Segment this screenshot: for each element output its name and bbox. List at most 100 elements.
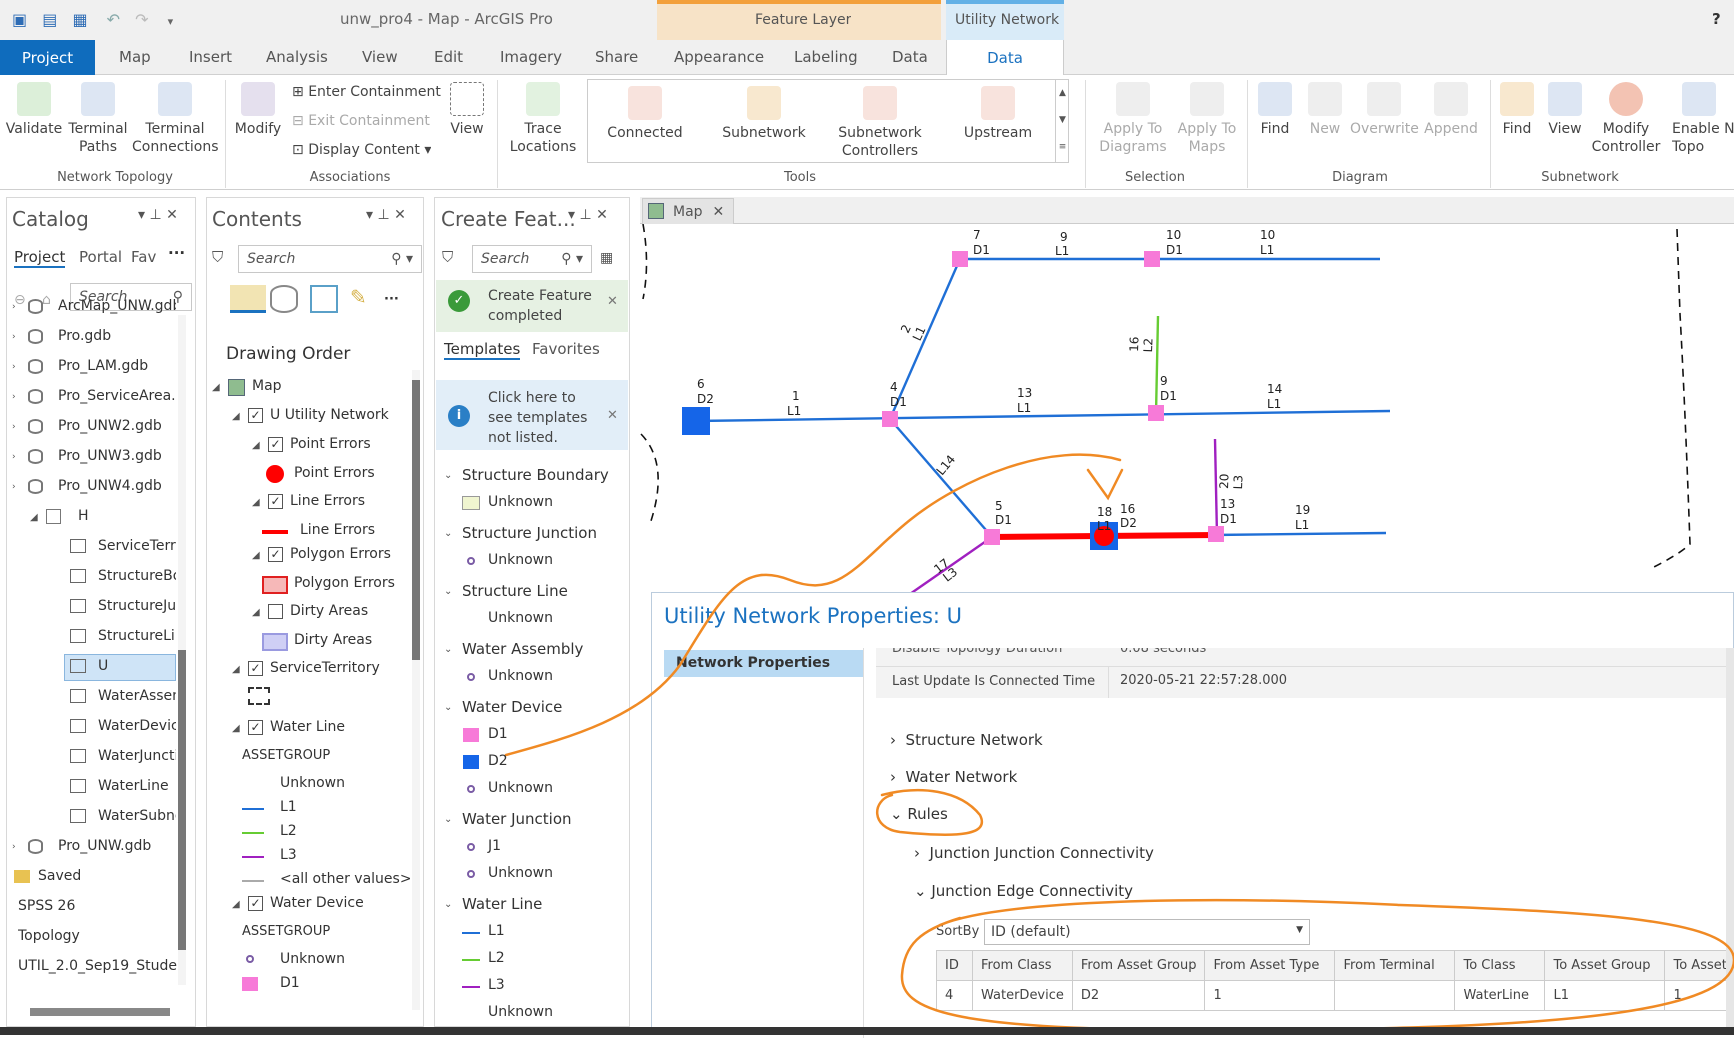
template-item[interactable]: L3 [488,977,505,993]
layer-point-errors[interactable]: Point Errors [290,436,371,452]
catalog-item[interactable]: Pro_ServiceArea.g [58,388,176,404]
template-group-header[interactable]: Water Assembly [462,640,583,658]
feature-class-icon [70,659,86,673]
template-group-header[interactable]: Water Line [462,895,542,913]
expand-icon[interactable]: › [12,362,16,372]
catalog-item[interactable]: ServiceTerri [98,538,176,554]
visibility-checkbox[interactable] [268,604,283,619]
collapse-icon[interactable]: ◢ [232,723,240,734]
chevron-down-icon[interactable]: ⌄ [444,586,452,597]
chevron-down-icon[interactable]: ⌄ [444,702,452,713]
template-item[interactable]: Unknown [488,1004,553,1020]
template-item[interactable]: Unknown [488,494,553,510]
template-item[interactable]: J1 [488,838,501,854]
expand-icon[interactable]: › [12,452,16,462]
catalog-item[interactable]: WaterJuncti [98,748,176,764]
catalog-item[interactable]: WaterSubne [98,808,176,824]
collapse-icon[interactable]: ◢ [212,382,220,393]
catalog-item[interactable]: WaterAssen [98,688,176,704]
visibility-checkbox[interactable]: ✓ [248,408,263,423]
expand-icon[interactable]: ◢ [30,512,38,523]
collapse-icon[interactable]: ◢ [252,497,260,508]
visibility-checkbox[interactable]: ✓ [268,547,283,562]
map-layer[interactable]: Map [252,378,282,394]
visibility-checkbox[interactable]: ✓ [248,896,263,911]
layer-water-line[interactable]: Water Line [270,719,345,735]
catalog-item[interactable]: Saved [38,868,81,884]
catalog-item[interactable]: Topology [18,928,178,944]
chevron-down-icon[interactable]: ⌄ [444,528,452,539]
catalog-item[interactable]: H [78,508,89,524]
template-item[interactable]: Unknown [488,865,553,881]
feature-class-icon [70,749,86,763]
template-item[interactable]: Unknown [488,780,553,796]
expand-icon[interactable]: › [12,482,16,492]
symbol-dirty-areas: Dirty Areas [294,632,373,648]
assetgroup-heading: ASSETGROUP [242,748,331,763]
catalog-item[interactable]: StructureJur [98,598,176,614]
catalog-item[interactable]: Pro.gdb [58,328,176,344]
template-item[interactable]: D2 [488,753,508,769]
line-symbol [242,808,264,810]
template-group-header[interactable]: Structure Boundary [462,466,609,484]
template-group-header[interactable]: Structure Junction [462,524,597,542]
catalog-item[interactable]: WaterLine [98,778,176,794]
feature-class-icon [70,629,86,643]
visibility-checkbox[interactable]: ✓ [268,437,283,452]
geodatabase-icon [28,449,43,464]
chevron-down-icon[interactable]: ⌄ [444,644,452,655]
layer-water-device[interactable]: Water Device [270,895,364,911]
layer-line-errors[interactable]: Line Errors [290,493,365,509]
catalog-item[interactable]: Pro_UNW4.gdb [58,478,176,494]
visibility-checkbox[interactable]: ✓ [248,661,263,676]
point-symbol [467,785,475,793]
collapse-icon[interactable]: ◢ [232,664,240,675]
template-item[interactable]: Unknown [488,610,553,626]
template-group-header[interactable]: Water Device [462,698,562,716]
expand-icon[interactable]: › [12,302,16,312]
polygon-symbol [262,576,288,594]
template-item[interactable]: Unknown [488,552,553,568]
catalog-item[interactable]: Pro_UNW3.gdb [58,448,176,464]
line-symbol [462,932,480,934]
collapse-icon[interactable]: ◢ [232,411,240,422]
template-item[interactable]: L1 [488,923,505,939]
layer-service-territory[interactable]: ServiceTerritory [270,660,380,676]
template-group-header[interactable]: Water Junction [462,810,572,828]
visibility-checkbox[interactable]: ✓ [268,494,283,509]
feature-class-icon [70,569,86,583]
symbol-unknown: Unknown [280,951,345,967]
layer-utility-network[interactable]: U Utility Network [270,407,389,423]
catalog-item[interactable]: SPSS 26 [18,898,178,914]
catalog-item[interactable]: WaterDevic [98,718,176,734]
expand-icon[interactable]: › [12,422,16,432]
catalog-item[interactable]: StructureLin [98,628,176,644]
collapse-icon[interactable]: ◢ [252,607,260,618]
catalog-item[interactable]: Pro_UNW.gdb [58,838,151,854]
collapse-icon[interactable]: ◢ [252,550,260,561]
template-group-header[interactable]: Structure Line [462,582,568,600]
feature-class-icon [70,689,86,703]
catalog-item[interactable]: U [98,658,176,674]
template-item[interactable]: Unknown [488,668,553,684]
visibility-checkbox[interactable]: ✓ [248,720,263,735]
chevron-down-icon[interactable]: ⌄ [444,814,452,825]
catalog-item[interactable]: Pro_UNW2.gdb [58,418,176,434]
catalog-item[interactable]: UTIL_2.0_Sep19_Student [18,958,178,974]
template-item[interactable]: L2 [488,950,505,966]
catalog-item[interactable]: Pro_LAM.gdb [58,358,176,374]
catalog-item[interactable]: ArcMap_UNW.gdb [58,298,176,314]
catalog-item[interactable]: StructureBo [98,568,176,584]
expand-icon[interactable]: › [12,392,16,402]
chevron-down-icon[interactable]: ⌄ [444,470,452,481]
collapse-icon[interactable]: ◢ [252,440,260,451]
annotation-arrow [504,453,1122,757]
map-icon [228,379,245,396]
expand-icon[interactable]: › [12,332,16,342]
expand-icon[interactable]: › [12,842,16,852]
template-item[interactable]: D1 [488,726,508,742]
layer-polygon-errors[interactable]: Polygon Errors [290,546,391,562]
chevron-down-icon[interactable]: ⌄ [444,899,452,910]
collapse-icon[interactable]: ◢ [232,899,240,910]
layer-dirty-areas[interactable]: Dirty Areas [290,603,368,619]
